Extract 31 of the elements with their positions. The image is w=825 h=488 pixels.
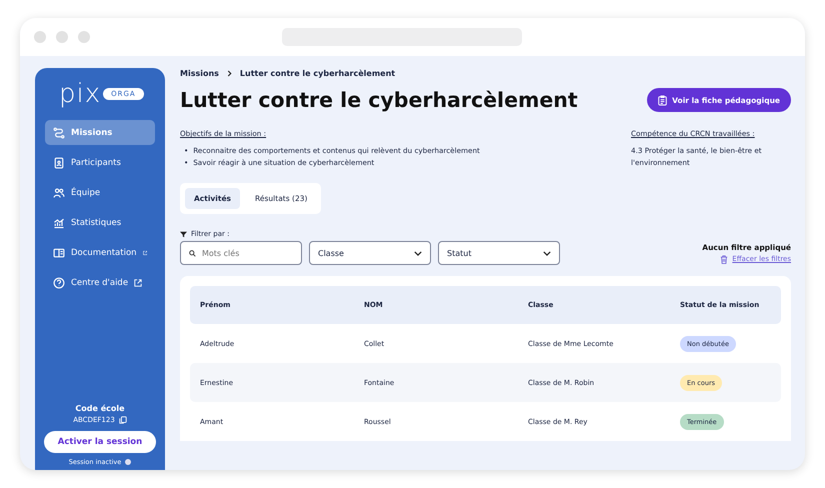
sidebar-item[interactable]: Centre d'aide [45, 270, 155, 295]
window-control-icon[interactable] [56, 31, 68, 43]
copy-icon[interactable] [118, 416, 127, 424]
breadcrumb-link[interactable]: Missions [180, 69, 219, 78]
clipboard-icon [658, 94, 668, 106]
search-field[interactable]: Mots clés [180, 241, 302, 265]
route-icon [53, 126, 65, 138]
logo-text: pix [59, 80, 102, 108]
trash-icon [720, 254, 728, 264]
window-control-icon[interactable] [78, 31, 90, 43]
sidebar-item[interactable]: Documentation [45, 240, 155, 265]
people-icon [53, 186, 65, 198]
chevron-right-icon [226, 70, 232, 77]
code-label: Code école [75, 404, 125, 413]
book-icon [53, 246, 65, 258]
sidebar-item[interactable]: Équipe [45, 180, 155, 205]
page-title: Lutter contre le cyberharcèlement [180, 88, 578, 112]
select-dropdown[interactable]: Classe [309, 241, 431, 265]
chart-icon [53, 216, 65, 228]
caret-icon [543, 250, 551, 256]
breadcrumb-current: Lutter contre le cyberharcèlement [240, 69, 396, 78]
window-control-icon[interactable] [34, 31, 46, 43]
status-dot-icon [125, 459, 132, 465]
sidebar-item[interactable]: Participants [45, 150, 155, 175]
caret-icon [414, 250, 422, 256]
document-icon [53, 156, 65, 168]
help-icon [53, 276, 65, 288]
select-dropdown[interactable]: Statut [438, 241, 560, 265]
filter-icon [180, 230, 187, 238]
sidebar-item[interactable]: Statistiques [45, 210, 155, 235]
activate-session-button[interactable]: Activer la session [44, 431, 156, 453]
